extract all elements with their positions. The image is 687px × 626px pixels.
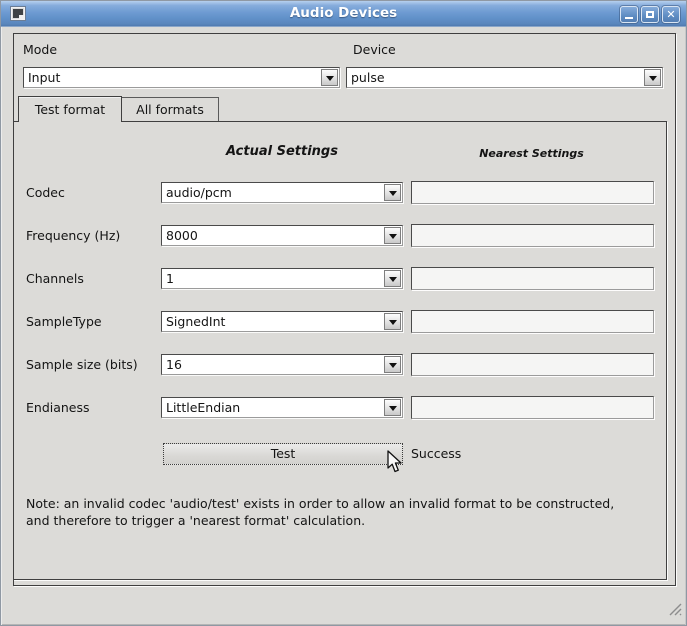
sample-size-select-value: 16 xyxy=(166,357,182,372)
arrow-down-icon xyxy=(384,313,401,330)
sample-size-label: Sample size (bits) xyxy=(26,357,138,372)
sample-type-select[interactable]: SignedInt xyxy=(161,311,403,332)
mode-select[interactable]: Input xyxy=(23,67,340,88)
audio-devices-window: Audio Devices ✕ Mode Input Device pulse … xyxy=(0,0,687,626)
nearest-sample-size-field xyxy=(411,353,654,376)
window-title: Audio Devices xyxy=(1,5,686,21)
device-select-value: pulse xyxy=(351,70,385,85)
nearest-sample-type-field xyxy=(411,310,654,333)
maximize-button[interactable] xyxy=(641,6,659,23)
endianess-select[interactable]: LittleEndian xyxy=(161,397,403,418)
maximize-icon xyxy=(646,11,654,18)
nearest-endianess-field xyxy=(411,396,654,419)
arrow-down-icon xyxy=(321,69,338,86)
endianess-label: Endianess xyxy=(26,400,90,415)
arrow-down-icon xyxy=(384,356,401,373)
sample-type-select-value: SignedInt xyxy=(166,314,225,329)
titlebar: Audio Devices ✕ xyxy=(1,1,686,27)
minimize-icon xyxy=(625,17,633,19)
status-label: Success xyxy=(411,446,461,461)
codec-select[interactable]: audio/pcm xyxy=(161,182,403,203)
device-select[interactable]: pulse xyxy=(346,67,663,88)
arrow-down-icon xyxy=(384,227,401,244)
frequency-select-value: 8000 xyxy=(166,228,198,243)
tab-all-formats[interactable]: All formats xyxy=(122,97,219,121)
test-format-pane: Actual Settings Nearest Settings Codec a… xyxy=(13,121,667,580)
tab-test-format[interactable]: Test format xyxy=(18,96,122,122)
mode-select-value: Input xyxy=(28,70,60,85)
channels-label: Channels xyxy=(26,271,84,286)
mode-label: Mode xyxy=(23,42,57,57)
frequency-select[interactable]: 8000 xyxy=(161,225,403,246)
frequency-label: Frequency (Hz) xyxy=(26,228,120,243)
endianess-select-value: LittleEndian xyxy=(166,400,240,415)
minimize-button[interactable] xyxy=(620,6,638,23)
nearest-codec-field xyxy=(411,181,654,204)
arrow-down-icon xyxy=(384,270,401,287)
arrow-down-icon xyxy=(384,399,401,416)
channels-select[interactable]: 1 xyxy=(161,268,403,289)
nearest-channels-field xyxy=(411,267,654,290)
nearest-frequency-field xyxy=(411,224,654,247)
arrow-down-icon xyxy=(644,69,661,86)
mouse-cursor xyxy=(384,450,406,474)
channels-select-value: 1 xyxy=(166,271,174,286)
codec-select-value: audio/pcm xyxy=(166,185,232,200)
resize-grip[interactable] xyxy=(667,601,682,616)
codec-label: Codec xyxy=(26,185,65,200)
note-text: Note: an invalid codec 'audio/test' exis… xyxy=(26,495,660,529)
actual-settings-header: Actual Settings xyxy=(161,144,403,159)
sample-size-select[interactable]: 16 xyxy=(161,354,403,375)
arrow-down-icon xyxy=(384,184,401,201)
close-icon: ✕ xyxy=(663,8,679,21)
device-label: Device xyxy=(353,42,396,57)
window-controls: ✕ xyxy=(620,6,680,23)
sample-type-label: SampleType xyxy=(26,314,102,329)
nearest-settings-header: Nearest Settings xyxy=(410,147,653,160)
close-button[interactable]: ✕ xyxy=(662,6,680,23)
test-button[interactable]: Test xyxy=(163,443,403,465)
